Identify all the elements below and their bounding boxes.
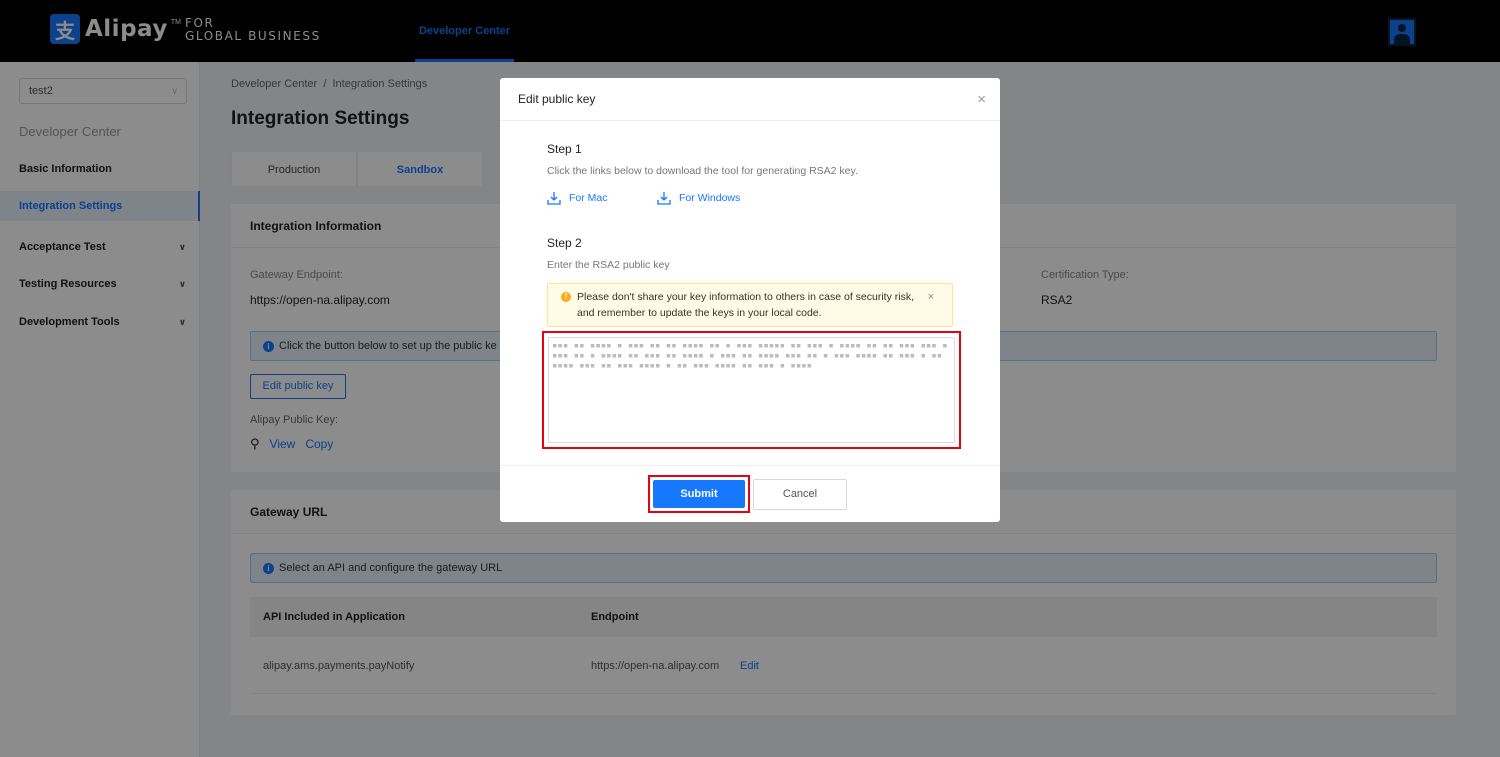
step2-title: Step 2 <box>547 236 582 250</box>
public-key-highlight: ▪▪▪ ▪▪ ▪▪▪▪ ▪ ▪▪▪ ▪▪ ▪▪ ▪▪▪▪ ▪▪ ▪ ▪▪▪ ▪▪… <box>542 331 961 449</box>
warning-line-1: Please don't share your key information … <box>577 291 914 303</box>
warning-line-2: and remember to update the keys in your … <box>577 307 822 319</box>
download-windows-link[interactable]: For Windows <box>657 191 740 205</box>
modal-title: Edit public key <box>518 92 596 106</box>
step1-title: Step 1 <box>547 142 582 156</box>
warning-icon: ! <box>561 292 571 302</box>
download-windows-label: For Windows <box>679 192 741 204</box>
download-mac-link[interactable]: For Mac <box>547 191 608 205</box>
modal-footer <box>500 465 1000 522</box>
modal-header: Edit public key × <box>500 78 1000 121</box>
download-icon <box>547 192 561 205</box>
download-mac-label: For Mac <box>569 192 608 204</box>
public-key-textarea[interactable]: ▪▪▪ ▪▪ ▪▪▪▪ ▪ ▪▪▪ ▪▪ ▪▪ ▪▪▪▪ ▪▪ ▪ ▪▪▪ ▪▪… <box>548 337 955 443</box>
submit-highlight: Submit <box>648 475 750 513</box>
submit-button[interactable]: Submit <box>653 480 745 508</box>
security-warning-alert: ! Please don't share your key informatio… <box>547 283 953 327</box>
download-icon <box>657 192 671 205</box>
edit-public-key-modal: Edit public key × Step 1 Click the links… <box>500 78 1000 522</box>
close-icon[interactable]: × <box>977 78 986 121</box>
cancel-button[interactable]: Cancel <box>753 479 847 510</box>
step2-hint: Enter the RSA2 public key <box>547 259 670 271</box>
step1-hint: Click the links below to download the to… <box>547 165 858 177</box>
close-icon[interactable]: × <box>928 289 934 305</box>
